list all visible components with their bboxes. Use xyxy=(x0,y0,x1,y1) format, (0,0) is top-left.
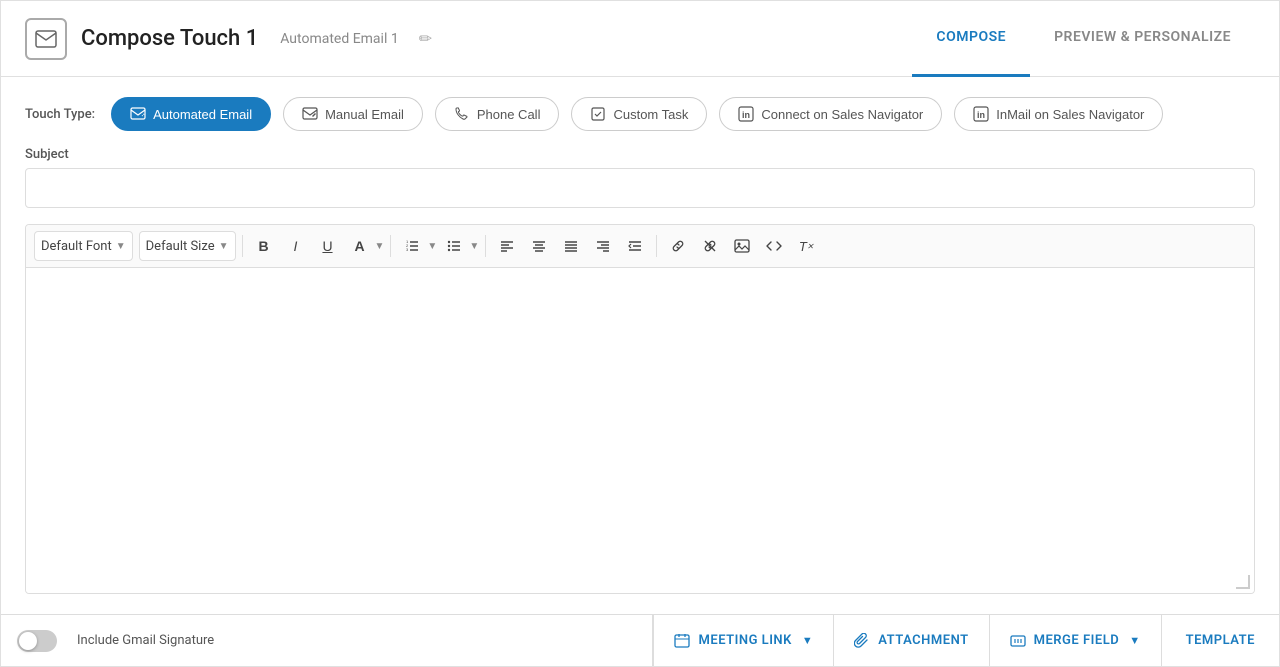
meeting-link-button[interactable]: MEETING LINK ▼ xyxy=(653,615,833,666)
template-label: TEMPLATE xyxy=(1186,633,1255,648)
footer: Include Gmail Signature MEETING LINK ▼ A… xyxy=(1,614,1279,666)
edit-icon[interactable]: ✏ xyxy=(419,29,432,48)
touch-btn-automated-email[interactable]: Automated Email xyxy=(111,97,271,131)
attachment-button[interactable]: ATTACHMENT xyxy=(833,615,988,666)
font-color-group: A ▼ xyxy=(345,231,385,261)
ordered-list-group: 123 ▼ xyxy=(397,231,437,261)
touch-btn-phone-call[interactable]: Phone Call xyxy=(435,97,560,131)
svg-text:in: in xyxy=(742,110,750,120)
font-family-chevron: ▼ xyxy=(116,241,126,252)
page-subtitle: Automated Email 1 xyxy=(280,31,398,47)
content: Touch Type: Automated Email Manual Email xyxy=(1,77,1279,614)
header-left: Compose Touch 1 Automated Email 1 ✏ xyxy=(25,18,432,60)
meeting-link-caret: ▼ xyxy=(802,634,813,647)
automated-email-label: Automated Email xyxy=(153,107,252,122)
gmail-signature-label: Include Gmail Signature xyxy=(77,633,214,648)
ordered-list-chevron[interactable]: ▼ xyxy=(427,241,437,252)
code-button[interactable] xyxy=(759,231,789,261)
touch-type-label: Touch Type: xyxy=(25,107,95,122)
align-center-button[interactable] xyxy=(524,231,554,261)
editor-container: Default Font ▼ Default Size ▼ B I U A ▼ xyxy=(25,224,1255,594)
touch-btn-inmail-sales-navigator[interactable]: in InMail on Sales Navigator xyxy=(954,97,1163,131)
tab-compose[interactable]: COMPOSE xyxy=(912,1,1030,77)
underline-button[interactable]: U xyxy=(313,231,343,261)
toolbar-divider-2 xyxy=(390,235,391,257)
font-color-button[interactable]: A xyxy=(345,231,375,261)
align-left-button[interactable] xyxy=(492,231,522,261)
svg-text:3: 3 xyxy=(406,247,409,252)
subject-input[interactable] xyxy=(25,168,1255,208)
font-color-chevron[interactable]: ▼ xyxy=(375,241,385,252)
footer-actions: MEETING LINK ▼ ATTACHMENT MERGE FIELD ▼ … xyxy=(652,615,1279,666)
header: Compose Touch 1 Automated Email 1 ✏ COMP… xyxy=(1,1,1279,77)
subject-section: Subject xyxy=(25,147,1255,208)
page-title: Compose Touch 1 xyxy=(81,26,258,51)
outdent-button[interactable] xyxy=(620,231,650,261)
merge-field-button[interactable]: MERGE FIELD ▼ xyxy=(989,615,1161,666)
merge-field-caret: ▼ xyxy=(1129,634,1140,647)
clear-format-button[interactable]: T✕ xyxy=(791,231,821,261)
toggle-track[interactable] xyxy=(17,630,57,652)
tab-preview-personalize[interactable]: PREVIEW & PERSONALIZE xyxy=(1030,1,1255,77)
insert-link-button[interactable] xyxy=(663,231,693,261)
touch-btn-custom-task[interactable]: Custom Task xyxy=(571,97,707,131)
subject-label: Subject xyxy=(25,147,1255,162)
ordered-list-button[interactable]: 123 xyxy=(397,231,427,261)
insert-image-button[interactable] xyxy=(727,231,757,261)
toolbar-divider-3 xyxy=(485,235,486,257)
align-right-button[interactable] xyxy=(588,231,618,261)
unordered-list-group: ▼ xyxy=(439,231,479,261)
font-size-chevron: ▼ xyxy=(219,241,229,252)
touch-btn-connect-sales-navigator[interactable]: in Connect on Sales Navigator xyxy=(719,97,942,131)
unordered-list-button[interactable] xyxy=(439,231,469,261)
toolbar-divider-1 xyxy=(242,235,243,257)
merge-field-label: MERGE FIELD xyxy=(1034,633,1120,648)
custom-task-label: Custom Task xyxy=(613,107,688,122)
header-tabs: COMPOSE PREVIEW & PERSONALIZE xyxy=(912,1,1255,77)
inmail-sales-navigator-label: InMail on Sales Navigator xyxy=(996,107,1144,122)
font-family-select[interactable]: Default Font ▼ xyxy=(34,231,133,261)
align-justify-button[interactable] xyxy=(556,231,586,261)
gmail-signature-toggle[interactable] xyxy=(17,630,57,652)
connect-sales-navigator-label: Connect on Sales Navigator xyxy=(761,107,923,122)
meeting-link-label: MEETING LINK xyxy=(698,633,791,648)
font-size-select[interactable]: Default Size ▼ xyxy=(139,231,236,261)
editor-body[interactable] xyxy=(26,268,1254,593)
editor-toolbar: Default Font ▼ Default Size ▼ B I U A ▼ xyxy=(26,225,1254,268)
touch-btn-manual-email[interactable]: Manual Email xyxy=(283,97,423,131)
footer-left: Include Gmail Signature xyxy=(1,630,652,652)
phone-call-label: Phone Call xyxy=(477,107,541,122)
svg-text:in: in xyxy=(977,110,985,120)
bold-button[interactable]: B xyxy=(249,231,279,261)
template-button[interactable]: TEMPLATE xyxy=(1161,615,1279,666)
attachment-label: ATTACHMENT xyxy=(878,633,968,648)
touch-type-row: Touch Type: Automated Email Manual Email xyxy=(25,97,1255,131)
toolbar-divider-4 xyxy=(656,235,657,257)
unlink-button[interactable] xyxy=(695,231,725,261)
unordered-list-chevron[interactable]: ▼ xyxy=(469,241,479,252)
email-icon xyxy=(25,18,67,60)
italic-button[interactable]: I xyxy=(281,231,311,261)
manual-email-label: Manual Email xyxy=(325,107,404,122)
toggle-thumb xyxy=(19,632,37,650)
